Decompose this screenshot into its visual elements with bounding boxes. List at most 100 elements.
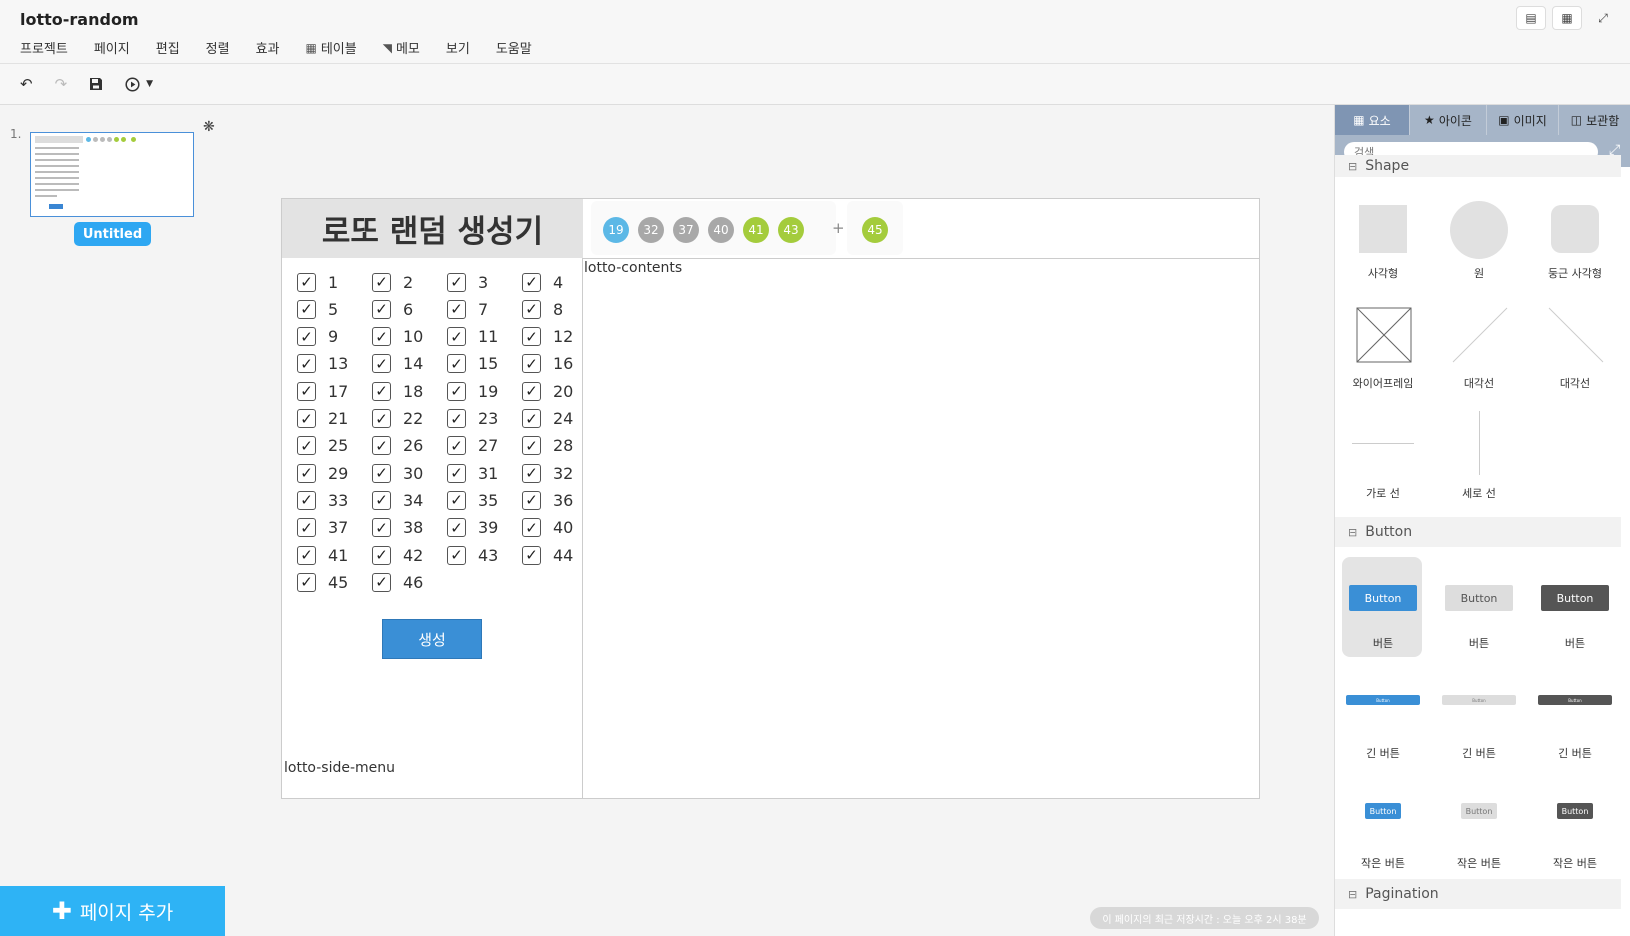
checkbox-checked[interactable]: ✓ (297, 299, 316, 319)
gear-icon[interactable]: ❋ (203, 119, 215, 135)
checkbox-checked[interactable]: ✓ (447, 436, 466, 456)
number-checkbox-item[interactable]: ✓ 4 (522, 271, 592, 293)
menu-project[interactable]: 프로젝트 (20, 38, 68, 57)
checkbox-checked[interactable]: ✓ (447, 518, 466, 538)
checkbox-checked[interactable]: ✓ (297, 354, 316, 374)
number-checkbox-item[interactable]: ✓ 44 (522, 544, 592, 566)
redo-button[interactable]: ↷ (55, 75, 68, 93)
checkbox-checked[interactable]: ✓ (447, 409, 466, 428)
design-canvas[interactable]: 로또 랜덤 생성기 ✓ 1 ✓ 2 ✓ 3 ✓ 4 ✓ 5 ✓ 6 ✓ 7 ✓ 8 ✓ 9 ✓ 10 ✓ 11 ✓ 12 ✓ 13… (281, 198, 1260, 799)
checkbox-checked[interactable]: ✓ (522, 327, 541, 347)
number-checkbox-item[interactable]: ✓ 13 (297, 353, 367, 375)
shape-circle[interactable]: 원 (1439, 185, 1519, 285)
checkbox-checked[interactable]: ✓ (522, 354, 541, 374)
checkbox-checked[interactable]: ✓ (372, 572, 391, 592)
menu-help[interactable]: 도움말 (496, 38, 532, 57)
checkbox-checked[interactable]: ✓ (522, 409, 541, 428)
number-checkbox-item[interactable]: ✓ 8 (522, 298, 592, 320)
number-checkbox-item[interactable]: ✓ 5 (297, 298, 367, 320)
small-button-default[interactable]: Button 작은 버튼 (1439, 777, 1519, 877)
checkbox-checked[interactable]: ✓ (297, 327, 316, 347)
button-primary[interactable]: Button 버튼 (1343, 557, 1423, 657)
menu-view[interactable]: 보기 (446, 38, 470, 57)
number-checkbox-item[interactable]: ✓ 24 (522, 408, 592, 430)
checkbox-checked[interactable]: ✓ (372, 327, 391, 347)
number-checkbox-item[interactable]: ✓ 25 (297, 435, 367, 457)
number-checkbox-item[interactable]: ✓ 21 (297, 408, 367, 430)
number-checkbox-item[interactable]: ✓ 30 (372, 462, 442, 484)
number-checkbox-item[interactable]: ✓ 9 (297, 326, 367, 348)
add-page-button[interactable]: ✚ 페이지 추가 (0, 886, 225, 936)
menu-page[interactable]: 페이지 (94, 38, 130, 57)
checkbox-checked[interactable]: ✓ (372, 299, 391, 319)
checkbox-checked[interactable]: ✓ (447, 490, 466, 510)
number-checkbox-item[interactable]: ✓ 22 (372, 408, 442, 430)
tab-icons[interactable]: ★ 아이콘 (1410, 105, 1487, 135)
number-checkbox-item[interactable]: ✓ 11 (447, 326, 517, 348)
menu-table[interactable]: ▦ 테이블 (306, 38, 357, 58)
number-checkbox-item[interactable]: ✓ 33 (297, 489, 367, 511)
generate-button[interactable]: 생성 (382, 619, 482, 659)
checkbox-checked[interactable]: ✓ (447, 299, 466, 319)
shape-wireframe[interactable]: 와이어프레임 (1343, 295, 1423, 395)
checkbox-checked[interactable]: ✓ (522, 518, 541, 538)
number-checkbox-item[interactable]: ✓ 40 (522, 517, 592, 539)
number-checkbox-item[interactable]: ✓ 37 (297, 517, 367, 539)
number-checkbox-item[interactable]: ✓ 31 (447, 462, 517, 484)
number-checkbox-item[interactable]: ✓ 2 (372, 271, 442, 293)
number-checkbox-item[interactable]: ✓ 27 (447, 435, 517, 457)
number-checkbox-item[interactable]: ✓ 38 (372, 517, 442, 539)
fullscreen-button[interactable]: ⤢ (1588, 6, 1618, 30)
section-header-pagination[interactable]: ⊟ Pagination (1335, 879, 1621, 909)
button-dark[interactable]: Button 버튼 (1535, 557, 1615, 657)
checkbox-checked[interactable]: ✓ (447, 327, 466, 347)
shape-rounded-rectangle[interactable]: 둥근 사각형 (1535, 185, 1615, 285)
shape-vertical-line[interactable]: 세로 선 (1439, 405, 1519, 505)
small-button-dark[interactable]: Button 작은 버튼 (1535, 777, 1615, 877)
tab-images[interactable]: ▣ 이미지 (1487, 105, 1559, 135)
checkbox-checked[interactable]: ✓ (522, 272, 541, 292)
checkbox-checked[interactable]: ✓ (372, 436, 391, 456)
number-checkbox-item[interactable]: ✓ 28 (522, 435, 592, 457)
number-checkbox-item[interactable]: ✓ 39 (447, 517, 517, 539)
checkbox-checked[interactable]: ✓ (372, 381, 391, 401)
button-default[interactable]: Button 버튼 (1439, 557, 1519, 657)
checkbox-checked[interactable]: ✓ (372, 354, 391, 374)
save-button[interactable] (89, 77, 103, 91)
number-checkbox-item[interactable]: ✓ 42 (372, 544, 442, 566)
undo-button[interactable]: ↶ (20, 75, 33, 93)
checkbox-checked[interactable]: ✓ (522, 490, 541, 510)
checkbox-checked[interactable]: ✓ (297, 381, 316, 401)
number-checkbox-item[interactable]: ✓ 1 (297, 271, 367, 293)
menu-memo[interactable]: ◥ 메모 (383, 38, 420, 58)
checkbox-checked[interactable]: ✓ (522, 299, 541, 319)
checkbox-checked[interactable]: ✓ (447, 272, 466, 292)
shape-rectangle[interactable]: 사각형 (1343, 185, 1423, 285)
number-checkbox-item[interactable]: ✓ 45 (297, 571, 367, 593)
checkbox-checked[interactable]: ✓ (522, 436, 541, 456)
number-checkbox-item[interactable]: ✓ 29 (297, 462, 367, 484)
shape-diagonal-down[interactable]: 대각선 (1535, 295, 1615, 395)
number-checkbox-item[interactable]: ✓ 36 (522, 489, 592, 511)
filmstrip-view-button[interactable]: ▤ (1516, 6, 1546, 30)
shape-diagonal-up[interactable]: 대각선 (1439, 295, 1519, 395)
number-checkbox-item[interactable]: ✓ 15 (447, 353, 517, 375)
section-header-button[interactable]: ⊟ Button (1335, 517, 1621, 547)
number-checkbox-item[interactable]: ✓ 34 (372, 489, 442, 511)
checkbox-checked[interactable]: ✓ (297, 409, 316, 428)
menu-effect[interactable]: 효과 (256, 38, 280, 57)
number-checkbox-item[interactable]: ✓ 17 (297, 380, 367, 402)
tab-archive[interactable]: ◫ 보관함 (1559, 105, 1630, 135)
number-checkbox-item[interactable]: ✓ 46 (372, 571, 442, 593)
page-name-badge[interactable]: Untitled (74, 222, 151, 246)
checkbox-checked[interactable]: ✓ (297, 490, 316, 510)
long-button-primary[interactable]: Button 긴 버튼 (1343, 667, 1423, 767)
number-checkbox-item[interactable]: ✓ 41 (297, 544, 367, 566)
checkbox-checked[interactable]: ✓ (297, 272, 316, 292)
menu-edit[interactable]: 편집 (156, 38, 180, 57)
checkbox-checked[interactable]: ✓ (447, 381, 466, 401)
shape-horizontal-line[interactable]: 가로 선 (1343, 405, 1423, 505)
checkbox-checked[interactable]: ✓ (297, 572, 316, 592)
number-checkbox-item[interactable]: ✓ 3 (447, 271, 517, 293)
number-checkbox-item[interactable]: ✓ 6 (372, 298, 442, 320)
